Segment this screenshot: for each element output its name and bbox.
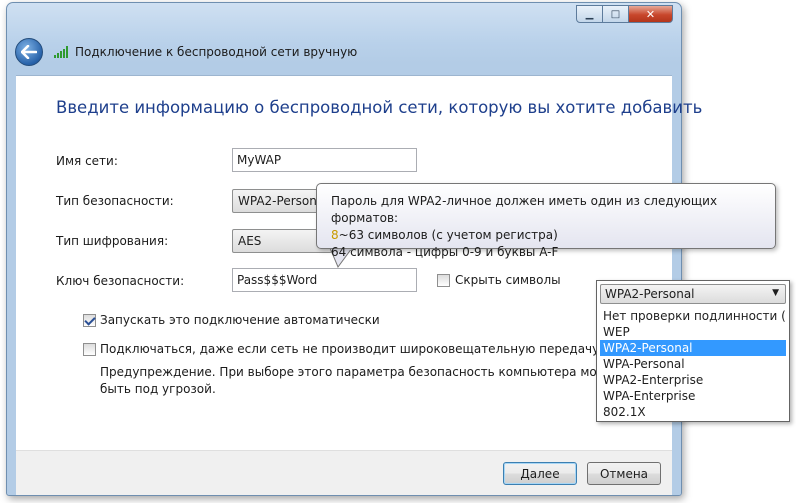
network-name-input[interactable]: MyWAP xyxy=(232,148,417,172)
auto-connect-label: Запускать это подключение автоматически xyxy=(100,313,380,327)
window-title: Подключение к беспроводной сети вручную xyxy=(75,45,358,59)
window-controls: ▁ □ ✕ xyxy=(576,5,673,23)
minimize-button[interactable]: ▁ xyxy=(576,5,603,23)
dropdown-option-wpa2-enterprise[interactable]: WPA2-Enterprise xyxy=(600,372,786,388)
back-arrow-icon xyxy=(21,45,37,59)
wireless-signal-icon xyxy=(54,46,68,58)
dropdown-option-wpa2-personal[interactable]: WPA2-Personal xyxy=(600,340,786,356)
tooltip-line2-text: ~63 символов (с учетом регистра) xyxy=(338,228,558,242)
hide-characters-checkbox[interactable] xyxy=(437,274,450,287)
chevron-down-icon: ▼ xyxy=(772,288,779,298)
dropdown-option-wpa-personal[interactable]: WPA-Personal xyxy=(600,356,786,372)
dropdown-option-open[interactable]: Нет проверки подлинности (Открытая) xyxy=(600,308,786,324)
encryption-type-label: Тип шифрования: xyxy=(56,234,169,248)
hide-characters-label: Скрыть символы xyxy=(455,273,561,287)
password-format-tooltip: Пароль для WPA2-личное должен иметь один… xyxy=(316,183,776,259)
security-type-dropdown[interactable]: WPA2-Personal ▼ Нет проверки подлинности… xyxy=(596,280,790,422)
network-name-label: Имя сети: xyxy=(56,154,118,168)
dialog-content: Введите информацию о беспроводной сети, … xyxy=(16,75,702,495)
security-type-label: Тип безопасности: xyxy=(56,194,174,208)
tooltip-line1: Пароль для WPA2-личное должен иметь один… xyxy=(331,194,718,225)
security-key-label: Ключ безопасности: xyxy=(56,274,185,288)
dropdown-option-wpa-enterprise[interactable]: WPA-Enterprise xyxy=(600,388,786,404)
tooltip-line2-highlight: 8 xyxy=(331,228,339,242)
dropdown-selected-label: WPA2-Personal xyxy=(605,287,695,301)
warning-text-line2: быть под угрозой. xyxy=(100,382,216,396)
dropdown-current-value[interactable]: WPA2-Personal ▼ xyxy=(600,284,786,304)
security-key-input[interactable]: Pass$$$Word xyxy=(232,268,417,292)
back-button[interactable] xyxy=(15,38,43,66)
dropdown-options: Нет проверки подлинности (Открытая) WEP … xyxy=(600,308,786,420)
tooltip-line2: 8~63 символов (с учетом регистра) xyxy=(331,227,775,244)
next-button[interactable]: Далее xyxy=(503,462,577,485)
dropdown-option-wep[interactable]: WEP xyxy=(600,324,786,340)
connect-hidden-network-checkbox[interactable] xyxy=(83,343,96,356)
auto-connect-checkbox[interactable] xyxy=(83,314,96,327)
maximize-button[interactable]: □ xyxy=(603,5,629,23)
warning-text-line1: Предупреждение. При выборе этого парамет… xyxy=(100,365,622,379)
close-button[interactable]: ✕ xyxy=(629,5,673,23)
dialog-footer: Далее Отмена xyxy=(16,450,672,495)
tooltip-line3: 64 символа - цифры 0-9 и буквы A-F xyxy=(331,245,559,259)
dropdown-option-8021x[interactable]: 802.1X xyxy=(600,404,786,420)
cancel-button[interactable]: Отмена xyxy=(587,462,661,485)
page-heading: Введите информацию о беспроводной сети, … xyxy=(56,98,703,117)
connect-hidden-network-label: Подключаться, даже если сеть не производ… xyxy=(100,342,600,356)
